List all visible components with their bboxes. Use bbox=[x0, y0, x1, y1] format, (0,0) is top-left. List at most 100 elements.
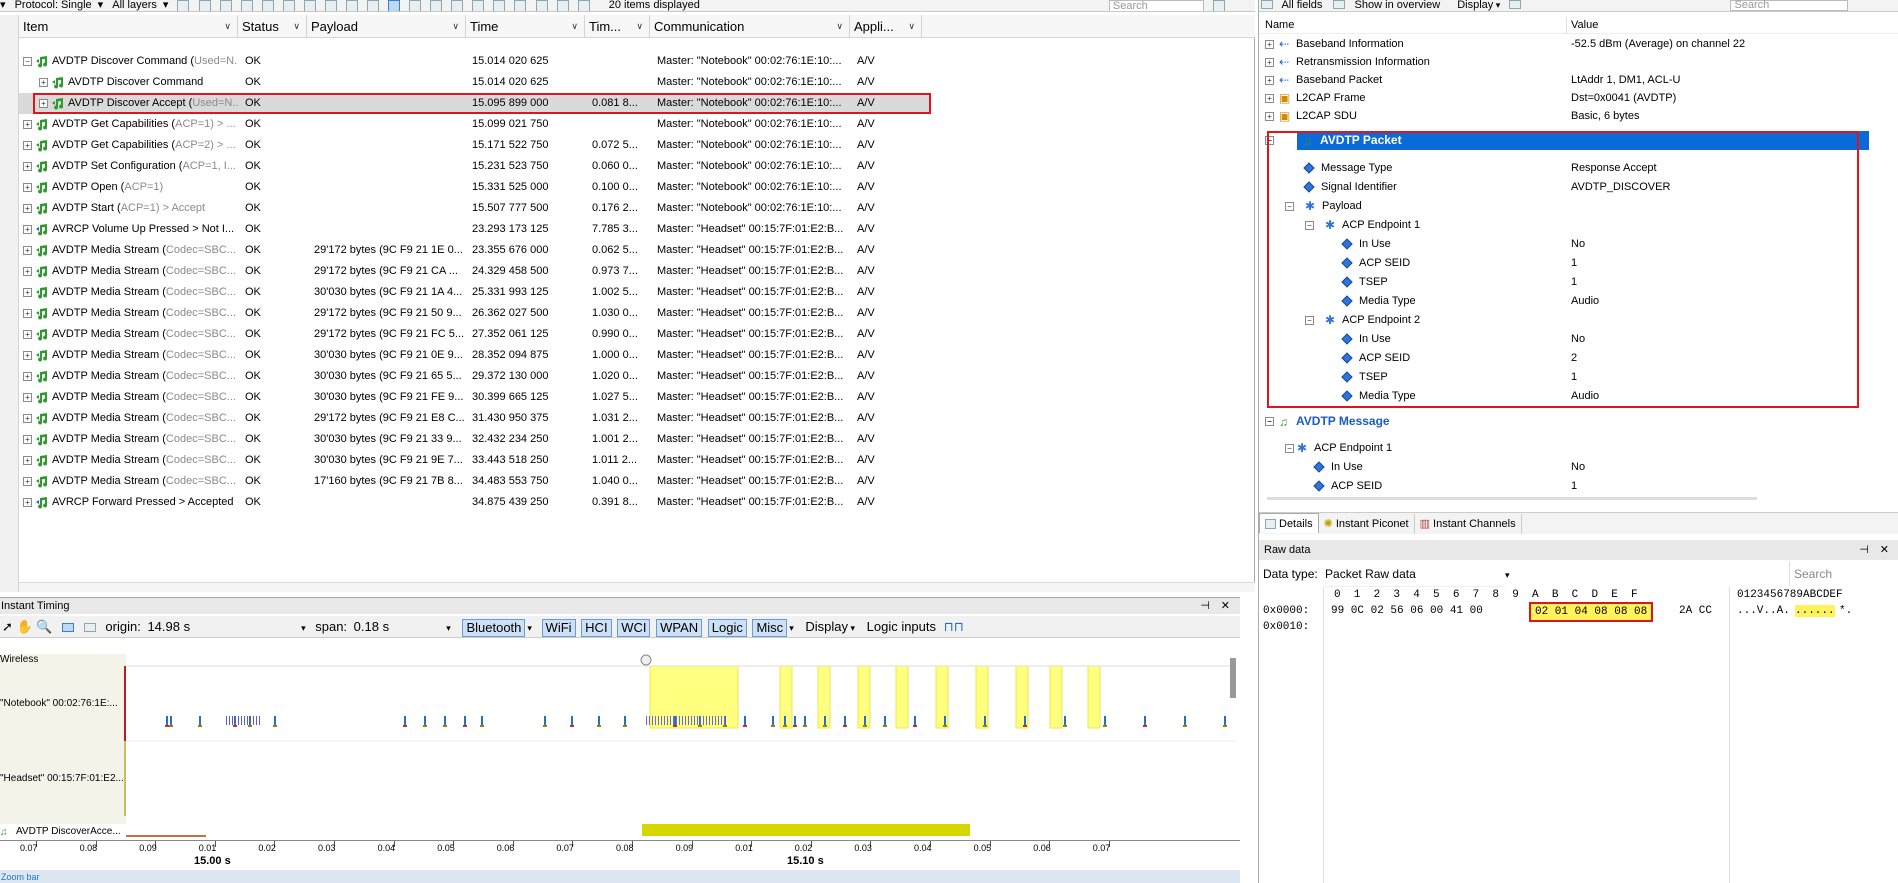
table-row[interactable]: + AVDTP Media Stream (Codec=SBC... OK 29'17… bbox=[19, 324, 929, 345]
column-application[interactable]: Appli... ∨ bbox=[850, 15, 922, 38]
hex-line-1-bytes-c[interactable]: 2A CC bbox=[1679, 605, 1712, 617]
details-scrollbar[interactable] bbox=[1267, 497, 1757, 500]
column-payload[interactable]: Payload ∨ bbox=[307, 15, 466, 38]
chevron-down-icon[interactable]: ∨ bbox=[293, 15, 300, 38]
expand-icon[interactable]: + bbox=[23, 392, 32, 402]
pointer-icon[interactable]: ➚ bbox=[2, 619, 13, 634]
list-search-input[interactable]: Search bbox=[1108, 0, 1204, 11]
table-row[interactable]: −AVDTP Discover Command (Used=N...OK15.0… bbox=[19, 51, 929, 72]
origin-dropdown-icon[interactable]: ▾ bbox=[301, 623, 306, 633]
stack-icon[interactable] bbox=[409, 0, 422, 11]
raw-search-input[interactable]: Search bbox=[1789, 562, 1898, 586]
table-row[interactable]: + AVDTP Start (ACP=1) > Accept OK 15.507 77… bbox=[19, 198, 929, 219]
fields-icon[interactable] bbox=[1261, 0, 1273, 9]
search-options-icon[interactable] bbox=[1212, 0, 1225, 11]
column-communication[interactable]: Communication ∨ bbox=[650, 15, 850, 38]
table-row[interactable]: + AVDTP Discover Command OK 15.014 020 625 M… bbox=[19, 72, 929, 93]
filter-misc[interactable]: Misc bbox=[752, 618, 788, 637]
expand-icon[interactable]: + bbox=[39, 77, 48, 87]
misc-dropdown-icon[interactable]: ▾ bbox=[789, 623, 794, 633]
filter-wci[interactable]: WCI bbox=[617, 618, 651, 637]
columns-icon[interactable] bbox=[62, 623, 75, 633]
wifi-icon[interactable] bbox=[535, 0, 548, 11]
field-row[interactable]: + ▣ L2CAP Frame Dst=0x0041 (AVDTP) bbox=[1259, 89, 1898, 108]
expand-icon[interactable]: + bbox=[23, 203, 32, 213]
chevron-down-icon[interactable]: ∨ bbox=[452, 15, 459, 38]
expand-icon[interactable]: + bbox=[1265, 40, 1274, 49]
details-search-input[interactable]: Search bbox=[1730, 0, 1849, 11]
save-icon[interactable] bbox=[577, 0, 590, 11]
expand-icon[interactable]: + bbox=[23, 161, 32, 171]
endpoint-row[interactable]: − ✱ ACP Endpoint 1 bbox=[1259, 439, 1898, 458]
table-row[interactable]: + AVDTP Media Stream (Codec=SBC... OK 29'17… bbox=[19, 240, 929, 261]
layers-dropdown-icon[interactable]: ▾ bbox=[163, 0, 169, 11]
copy-icon[interactable] bbox=[303, 0, 316, 11]
expand-icon[interactable]: + bbox=[23, 329, 32, 339]
tab-details[interactable]: Details bbox=[1259, 513, 1319, 533]
table-row[interactable]: + AVDTP Media Stream (Codec=SBC... OK 30'03… bbox=[19, 429, 929, 450]
expand-icon[interactable]: + bbox=[23, 476, 32, 486]
tab-instant-channels[interactable]: ▥ Instant Channels bbox=[1415, 514, 1522, 534]
chart-settings-icon[interactable] bbox=[83, 623, 96, 633]
timing-vertical-scrollbar[interactable] bbox=[1230, 658, 1236, 698]
expand-icon[interactable]: + bbox=[1265, 94, 1274, 103]
filter-icon[interactable] bbox=[219, 0, 232, 11]
show-overview-button[interactable]: Show in overview bbox=[1355, 0, 1441, 11]
field-row[interactable]: + ⇠ Baseband Packet LtAddr 1, DM1, ACL-U bbox=[1259, 71, 1898, 90]
close-icon[interactable]: ✕ bbox=[1221, 598, 1230, 614]
close-icon[interactable]: ✕ bbox=[1880, 540, 1889, 560]
tab-instant-piconet[interactable]: ✺ Instant Piconet bbox=[1319, 514, 1415, 534]
filter-wifi[interactable]: WiFi bbox=[541, 618, 576, 637]
back-arrow-icon[interactable] bbox=[177, 0, 190, 11]
expand-icon[interactable]: + bbox=[23, 140, 32, 150]
expand-icon[interactable]: + bbox=[23, 245, 32, 255]
layers-selector[interactable]: All layers bbox=[112, 0, 157, 11]
column-time-delta[interactable]: Tim... ∨ bbox=[585, 15, 650, 38]
column-time[interactable]: Time ∨ bbox=[466, 15, 585, 38]
avdtp-message-row[interactable]: − ♫ AVDTP Message bbox=[1259, 412, 1898, 431]
table-row[interactable]: + AVDTP Media Stream (Codec=SBC... OK 30'03… bbox=[19, 387, 929, 408]
lock-icon[interactable] bbox=[556, 0, 569, 11]
field-row[interactable]: In Use No bbox=[1259, 458, 1898, 477]
phone-icon[interactable] bbox=[493, 0, 506, 11]
display-menu[interactable]: Display bbox=[805, 619, 848, 634]
display-menu-button[interactable]: Display bbox=[1457, 0, 1493, 11]
span-dropdown-icon[interactable]: ▾ bbox=[446, 623, 451, 633]
collapse-icon[interactable]: − bbox=[1285, 444, 1294, 453]
hex-line-1-bytes-a[interactable]: 99 0C 02 56 06 00 41 00 bbox=[1331, 605, 1483, 617]
data-type-select[interactable]: Packet Raw data bbox=[1325, 562, 1506, 587]
field-row[interactable]: + ⇠ Retransmission Information bbox=[1259, 53, 1898, 72]
table-row[interactable]: + AVDTP Media Stream (Codec=SBC... OK 30'03… bbox=[19, 345, 929, 366]
expand-icon[interactable]: + bbox=[23, 371, 32, 381]
chart-icon[interactable] bbox=[472, 0, 485, 11]
expand-icon[interactable]: + bbox=[1265, 76, 1274, 85]
display-dropdown-icon[interactable]: ▾ bbox=[1493, 0, 1501, 10]
table-row[interactable]: + AVDTP Open (ACP=1) OK 15.331 525 000 0.100… bbox=[19, 177, 929, 198]
filter-logic[interactable]: Logic bbox=[707, 618, 747, 637]
table-row[interactable]: + AVDTP Media Stream (Codec=SBC... OK 29'17… bbox=[19, 261, 929, 282]
table-row[interactable]: + AVDTP Media Stream (Codec=SBC... OK 17'16… bbox=[19, 471, 929, 492]
table-row[interactable]: + AVDTP Media Stream (Codec=SBC... OK 30'03… bbox=[19, 450, 929, 471]
layers-icon[interactable] bbox=[430, 0, 443, 11]
filter-hci[interactable]: HCI bbox=[581, 618, 612, 637]
expand-icon[interactable]: + bbox=[23, 497, 32, 507]
span-input[interactable]: 0.18 s bbox=[351, 616, 443, 638]
chevron-down-icon[interactable]: ∨ bbox=[224, 15, 231, 38]
expand-icon[interactable]: + bbox=[23, 182, 32, 192]
collapse-icon[interactable]: − bbox=[23, 56, 32, 66]
stop-icon[interactable] bbox=[240, 0, 253, 11]
logic-wave-icon[interactable]: ⊓⊓ bbox=[944, 619, 964, 634]
music-note-icon[interactable] bbox=[388, 0, 401, 11]
timing-chart[interactable] bbox=[126, 654, 1236, 840]
field-row[interactable]: + ⇠ Baseband Information -52.5 dBm (Average… bbox=[1259, 35, 1898, 54]
find-icon[interactable] bbox=[282, 0, 295, 11]
table-row[interactable]: + AVDTP Media Stream (Codec=SBC... OK 30'03… bbox=[19, 366, 929, 387]
expand-icon[interactable]: + bbox=[23, 455, 32, 465]
display-dropdown-icon[interactable]: ▾ bbox=[848, 623, 855, 633]
expand-icon[interactable]: + bbox=[23, 434, 32, 444]
pin-icon[interactable]: ⊣ bbox=[1859, 540, 1869, 560]
field-row[interactable]: ACP SEID 1 bbox=[1259, 477, 1898, 496]
chevron-down-icon[interactable]: ∨ bbox=[908, 15, 915, 38]
data-type-dropdown-icon[interactable]: ▾ bbox=[1505, 570, 1510, 580]
table-row[interactable]: + AVDTP Set Configuration (ACP=1, I... OK 1… bbox=[19, 156, 929, 177]
